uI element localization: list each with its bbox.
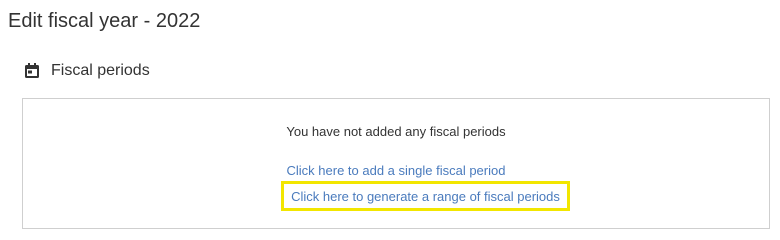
add-single-fiscal-period-link[interactable]: Click here to add a single fiscal period — [287, 163, 506, 178]
fiscal-periods-panel: You have not added any fiscal periods Cl… — [22, 98, 770, 229]
generate-range-fiscal-periods-link[interactable]: Click here to generate a range of fiscal… — [291, 189, 560, 204]
section-header: Fiscal periods — [23, 58, 150, 84]
page-title: Edit fiscal year - 2022 — [8, 10, 201, 32]
calendar-icon — [23, 62, 41, 80]
highlight-box: Click here to generate a range of fiscal… — [281, 181, 570, 211]
section-title: Fiscal periods — [51, 62, 150, 79]
empty-message: You have not added any fiscal periods — [286, 124, 506, 139]
add-single-link-row: Click here to add a single fiscal period — [23, 162, 769, 180]
